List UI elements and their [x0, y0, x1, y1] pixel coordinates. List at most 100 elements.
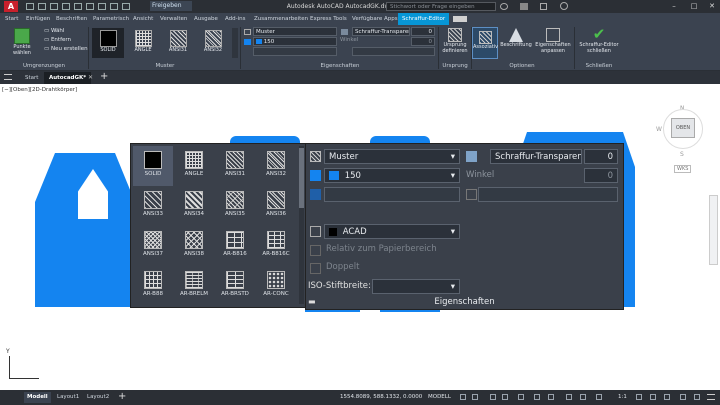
exchange-icon[interactable]	[540, 3, 547, 10]
hatch-pattern-ansi36[interactable]: ANSI36	[256, 186, 296, 226]
snap-icon[interactable]	[472, 394, 478, 400]
object-snap-icon[interactable]	[548, 394, 554, 400]
tab-start[interactable]: Start	[5, 13, 18, 25]
tab-model[interactable]: Modell	[24, 392, 51, 403]
hatch-pattern-ansi37[interactable]: ANSI37	[133, 226, 173, 266]
background-color-select[interactable]	[324, 187, 460, 202]
hatch-color-select[interactable]: 150 ▾	[324, 168, 460, 183]
ribbon-minimize-icon[interactable]	[453, 16, 467, 22]
viewcube-west[interactable]: W	[656, 126, 662, 133]
hatch-type-select[interactable]: Muster ▾	[324, 149, 460, 164]
redo-icon[interactable]	[110, 3, 118, 10]
wcs-menu[interactable]: WKS	[674, 165, 692, 173]
transparency-input[interactable]: 0	[584, 149, 618, 164]
scale-input[interactable]	[478, 187, 618, 202]
tab-hatch-editor[interactable]: Schraffur-Editor	[398, 13, 450, 25]
hatch-pattern-ansi32[interactable]: ANSI32	[256, 146, 296, 186]
scale-input[interactable]	[352, 47, 435, 56]
background-color-select[interactable]	[253, 47, 337, 56]
hatch-pattern-ansi31[interactable]: ANSI31	[215, 146, 255, 186]
web-icon[interactable]	[74, 3, 82, 10]
hatch-pattern-ar-brelm[interactable]: AR-BRELM	[174, 266, 214, 306]
hatch-pattern-solid[interactable]: SOLID	[133, 146, 173, 186]
tab-manage[interactable]: Verwalten	[160, 13, 187, 25]
ortho-icon[interactable]	[490, 394, 496, 400]
close-hatch-editor-button[interactable]: ✔ Schraffur-Editor schließen	[576, 26, 622, 54]
annotation-visibility-icon[interactable]	[596, 394, 602, 400]
isolate-objects-icon[interactable]	[680, 394, 686, 400]
plus-icon[interactable]	[650, 394, 656, 400]
tab-layout1[interactable]: Layout1	[54, 392, 82, 403]
viewcube-south[interactable]: S	[680, 151, 684, 158]
tab-collaborate[interactable]: Zusammenarbeiten	[254, 13, 308, 25]
grid-icon[interactable]	[460, 394, 466, 400]
angle-input[interactable]: 0	[584, 168, 618, 183]
hatch-shape-a[interactable]	[35, 153, 135, 307]
pattern-ansi32[interactable]: ANSI32	[197, 28, 229, 53]
close-tab-icon[interactable]: ✕	[88, 74, 93, 81]
minimize-button[interactable]: –	[664, 0, 684, 13]
coordinates-readout[interactable]: 1554.8089, 588.1332, 0.0000	[340, 392, 422, 403]
tab-addins[interactable]: Add-ins	[225, 13, 246, 25]
undo-icon[interactable]	[98, 3, 106, 10]
select-boundary-button[interactable]: ▭ Wähl	[44, 27, 64, 36]
relative-to-paperspace-toggle[interactable]: Relativ zum Papierbereich	[326, 244, 437, 254]
hatch-pattern-ar-conc[interactable]: AR-CONC	[256, 266, 296, 306]
tab-featured-apps[interactable]: Verfügbare Apps	[352, 13, 398, 25]
settings-gear-icon[interactable]	[636, 394, 642, 400]
gallery-scroll-thumb[interactable]	[299, 148, 304, 208]
annotation-scale-select[interactable]: 1:1	[618, 392, 627, 403]
hatch-pattern-ar-b816c[interactable]: AR-B816C	[256, 226, 296, 266]
double-toggle[interactable]: Doppelt	[326, 262, 359, 272]
tab-annotate[interactable]: Beschriften	[56, 13, 87, 25]
tab-output[interactable]: Ausgabe	[194, 13, 218, 25]
panel-label-options[interactable]: Optionen	[472, 62, 572, 70]
recreate-boundary-button[interactable]: ▭ Neu erstellen	[44, 45, 88, 54]
menu-icon[interactable]	[4, 74, 12, 80]
save-as-icon[interactable]	[62, 3, 70, 10]
set-origin-button[interactable]: Ursprung definieren	[440, 28, 470, 54]
add-layout-icon[interactable]: +	[118, 390, 126, 404]
object-snap-tracking-icon[interactable]	[534, 394, 540, 400]
lineweight-icon[interactable]	[566, 394, 572, 400]
iso-pen-width-select[interactable]: ▾	[372, 279, 460, 294]
hatch-pattern-angle[interactable]: ANGLE	[174, 146, 214, 186]
model-space-toggle[interactable]: MODELL	[428, 392, 451, 403]
annotative-toggle[interactable]: Beschriftung	[500, 28, 532, 48]
user-icon[interactable]	[500, 3, 508, 10]
tab-view[interactable]: Ansicht	[133, 13, 153, 25]
hatch-color-select[interactable]: 150	[253, 37, 337, 46]
navigation-bar[interactable]	[709, 195, 718, 265]
new-tab-icon[interactable]: +	[100, 71, 108, 83]
pattern-angle[interactable]: ANGLE	[127, 28, 159, 53]
tab-insert[interactable]: Einfügen	[26, 13, 50, 25]
tab-document[interactable]: AutocadGK*	[44, 72, 92, 84]
pattern-ansi31[interactable]: ANSI31	[162, 28, 194, 53]
isodraft-icon[interactable]	[518, 394, 524, 400]
hatch-pattern-ar-b88[interactable]: AR-B88	[133, 266, 173, 306]
layer-select[interactable]: ACAD ▾	[324, 224, 460, 239]
viewcube-face-top[interactable]: OBEN	[671, 118, 695, 138]
qa-customize-icon[interactable]	[122, 3, 130, 10]
hatch-type-select[interactable]: Muster	[253, 27, 337, 36]
pick-points-button[interactable]: Punkte wählen	[4, 28, 40, 56]
tab-start-page[interactable]: Start	[20, 72, 43, 84]
search-input[interactable]: Stichwort oder Frage eingeben	[386, 2, 496, 11]
share-button[interactable]: Freigeben	[150, 1, 192, 11]
tab-express-tools[interactable]: Express Tools	[310, 13, 347, 25]
open-file-icon[interactable]	[38, 3, 46, 10]
tab-parametric[interactable]: Parametrisch	[93, 13, 129, 25]
hatch-pattern-ansi34[interactable]: ANSI34	[174, 186, 214, 226]
customize-menu-icon[interactable]	[707, 394, 715, 400]
panel-label-properties[interactable]: Eigenschaften	[244, 62, 436, 70]
new-file-icon[interactable]	[26, 3, 34, 10]
transparency-input[interactable]: 0	[411, 27, 435, 36]
hardware-acceleration-icon[interactable]	[664, 394, 670, 400]
hatch-pattern-ansi38[interactable]: ANSI38	[174, 226, 214, 266]
panel-label-boundaries[interactable]: Umgrenzungen	[0, 62, 88, 70]
associative-toggle[interactable]: Assoziativ	[472, 27, 498, 59]
hatch-pattern-ansi35[interactable]: ANSI35	[215, 186, 255, 226]
pattern-solid[interactable]: SOLID	[92, 28, 124, 58]
close-window-button[interactable]: ✕	[702, 0, 720, 13]
hatch-pattern-ansi33[interactable]: ANSI33	[133, 186, 173, 226]
